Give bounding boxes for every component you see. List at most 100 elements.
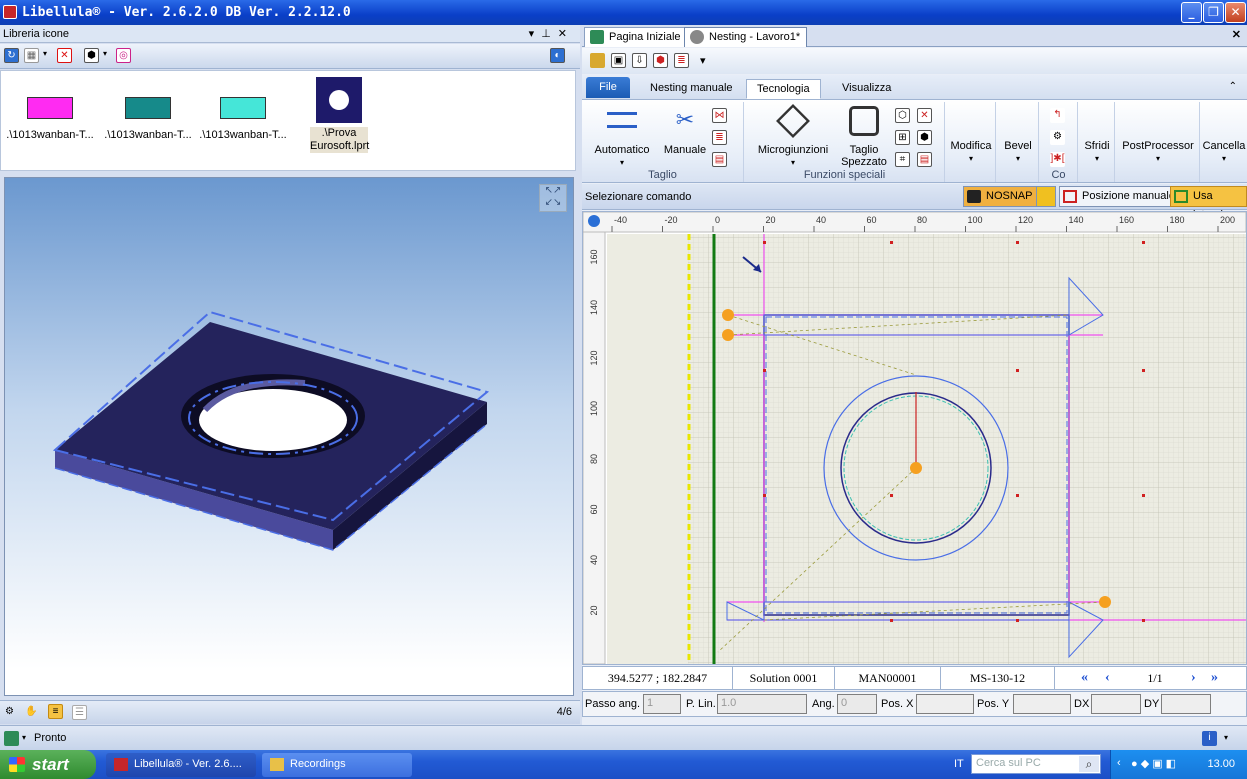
status-home-icon[interactable] <box>4 731 19 746</box>
panel-menu-icon[interactable]: ▾ <box>529 28 542 40</box>
co-bracket-icon[interactable]: ]✱[ <box>1050 152 1065 167</box>
special-cut-icon[interactable]: ⬡ <box>895 108 910 123</box>
delete-icon[interactable]: ✕ <box>57 48 72 63</box>
co-gear-icon[interactable]: ⚙ <box>1050 130 1065 145</box>
minimize-button[interactable]: _ <box>1181 2 1202 23</box>
cut-more-icon[interactable]: ▤ <box>712 152 727 167</box>
special-delete-icon[interactable]: ✕ <box>917 108 932 123</box>
ruler-x-tick: 180 <box>1170 215 1185 225</box>
tab-nesting-manuale[interactable]: Nesting manuale <box>640 79 743 99</box>
collapse-ribbon-icon[interactable]: ⌃ <box>1229 81 1237 92</box>
special-more-icon[interactable]: ▤ <box>917 152 932 167</box>
special-cube-icon[interactable]: ⬢ <box>917 130 932 145</box>
color-icon[interactable]: ◎ <box>116 48 131 63</box>
automatico-button[interactable]: Automatico ▾ <box>592 106 652 169</box>
part-dropdown-icon[interactable]: ▾ <box>103 49 107 58</box>
postprocessor-button[interactable]: PostProcessor ▾ <box>1118 140 1198 165</box>
group-sfridi: Sfridi ▾ <box>1079 102 1115 182</box>
view-options-icon[interactable]: ◐ <box>550 48 565 63</box>
p-lin-input[interactable]: 1.0 <box>717 694 807 714</box>
list-icon[interactable]: ☰ <box>72 705 87 720</box>
dy-input[interactable] <box>1161 694 1211 714</box>
tab-tecnologia[interactable]: Tecnologia <box>746 79 821 99</box>
search-icon[interactable]: ⌕ <box>1079 756 1099 772</box>
cube-icon[interactable]: ⬢ <box>653 53 668 68</box>
usa-interni-button[interactable]: Usa interni <box>1170 186 1247 221</box>
start-button[interactable]: start <box>0 750 96 779</box>
next-page-icon[interactable]: › <box>1191 667 1196 689</box>
task-libellula[interactable]: Libellula® - Ver. 2.6.... <box>106 753 256 777</box>
library-item-3[interactable]: .\1013wanban-T... <box>196 77 290 141</box>
cut-option-icon[interactable]: ⋈ <box>712 108 727 123</box>
taglio-spezzato-button[interactable]: Taglio Spezzato <box>837 106 891 168</box>
tab-nesting-lavoro1[interactable]: Nesting - Lavoro1* <box>684 27 808 47</box>
qat-customize-icon[interactable]: ▾ <box>700 54 706 67</box>
task-recordings[interactable]: Recordings <box>262 753 412 777</box>
lead-point[interactable] <box>1099 596 1111 608</box>
info-icon[interactable]: i <box>1202 731 1217 746</box>
close-document-icon[interactable]: ✕ <box>1232 28 1241 41</box>
tray-arrow-icon[interactable]: ‹ <box>1117 757 1121 769</box>
special-frame-icon[interactable]: ⌗ <box>895 152 910 167</box>
previous-page-icon[interactable]: ‹ <box>1105 667 1110 689</box>
open-icon[interactable] <box>590 53 605 68</box>
export-icon[interactable]: ⇩ <box>632 53 647 68</box>
dx-input[interactable] <box>1091 694 1141 714</box>
settings-icon[interactable]: ⚙ <box>2 705 17 720</box>
first-page-icon[interactable]: « <box>1081 667 1088 689</box>
status-dropdown-icon[interactable]: ▾ <box>22 733 26 742</box>
maximize-button[interactable]: ❐ <box>1203 2 1224 23</box>
pin-icon[interactable]: ⊥ <box>541 28 558 40</box>
grid-view-icon[interactable]: ▦ <box>24 48 39 63</box>
cut-list-icon[interactable]: ≣ <box>712 130 727 145</box>
library-item-2[interactable]: .\1013wanban-T... <box>101 77 195 141</box>
microgiunzioni-button[interactable]: Microgiunzioni ▾ <box>755 104 831 169</box>
close-panel-icon[interactable]: ✕ <box>558 28 574 40</box>
special-bridge-icon[interactable]: ⊞ <box>895 130 910 145</box>
ang-input[interactable]: 0 <box>837 694 877 714</box>
tray-icons[interactable]: ● ◆ ▣ ◧ <box>1131 757 1176 770</box>
part-3d-icon[interactable]: ⬢ <box>84 48 99 63</box>
co-arrow-icon[interactable]: ↰ <box>1050 108 1065 123</box>
nesting-icon <box>690 30 704 44</box>
passo-ang-input[interactable]: 1 <box>643 694 681 714</box>
taskbar-search-input[interactable]: Cerca sul PC ⌕ <box>971 754 1101 774</box>
document-tabs: Pagina Iniziale Nesting - Lavoro1* ✕ <box>582 25 1247 47</box>
pos-x-input[interactable] <box>916 694 974 714</box>
left-status-bar: ⚙ ✋ ≡ ☰ 4/6 <box>0 700 580 724</box>
lead-point[interactable] <box>910 462 922 474</box>
grid-dropdown-icon[interactable]: ▾ <box>43 49 47 58</box>
last-page-icon[interactable]: » <box>1211 667 1218 689</box>
bevel-button[interactable]: Bevel ▾ <box>999 140 1037 165</box>
pos-y-input[interactable] <box>1013 694 1071 714</box>
zoom-icon[interactable] <box>588 215 600 227</box>
library-item-4[interactable]: .\Prova Eurosoft.lprt <box>292 77 386 153</box>
tab-visualizza[interactable]: Visualizza <box>832 79 901 99</box>
posizione-manuale-button[interactable]: Posizione manuale <box>1059 186 1180 207</box>
report-icon[interactable]: ≣ <box>674 53 689 68</box>
sort-icon[interactable]: ≡ <box>48 704 63 719</box>
lead-point[interactable] <box>722 309 734 321</box>
main-status-bar: ▾ Pronto i ▾ <box>0 725 1247 750</box>
refresh-icon[interactable]: ↻ <box>4 48 19 63</box>
hand-icon[interactable]: ✋ <box>24 705 39 720</box>
file-tab[interactable]: File <box>586 77 630 98</box>
sfridi-button[interactable]: Sfridi ▾ <box>1079 140 1115 165</box>
close-window-button[interactable]: ✕ <box>1225 2 1246 23</box>
3d-viewer[interactable]: ↖↗ ↙↘ <box>4 177 574 696</box>
page-indicator: 1/1 <box>1147 671 1163 685</box>
modifica-button[interactable]: Modifica ▾ <box>948 140 994 165</box>
save-icon[interactable]: ▣ <box>611 53 626 68</box>
nosnap-button[interactable]: NOSNAP <box>963 186 1038 207</box>
info-dropdown-icon[interactable]: ▾ <box>1224 733 1228 742</box>
manuale-button[interactable]: ✂ Manuale <box>660 106 710 156</box>
tab-pagina-iniziale[interactable]: Pagina Iniziale <box>584 27 688 47</box>
expand-icon[interactable]: ↖↗ ↙↘ <box>539 184 567 212</box>
lead-point[interactable] <box>722 329 734 341</box>
language-indicator[interactable]: IT <box>954 758 964 770</box>
ruler-y-tick: 160 <box>589 249 599 264</box>
lock-icon[interactable] <box>1036 186 1056 207</box>
nesting-canvas[interactable]: -40 -20 0 20 40 60 80 100 120 140 160 180 200 160 140… <box>582 211 1247 665</box>
cancella-button[interactable]: Cancella ▾ <box>1201 140 1247 165</box>
library-item-1[interactable]: .\1013wanban-T... <box>3 77 97 141</box>
